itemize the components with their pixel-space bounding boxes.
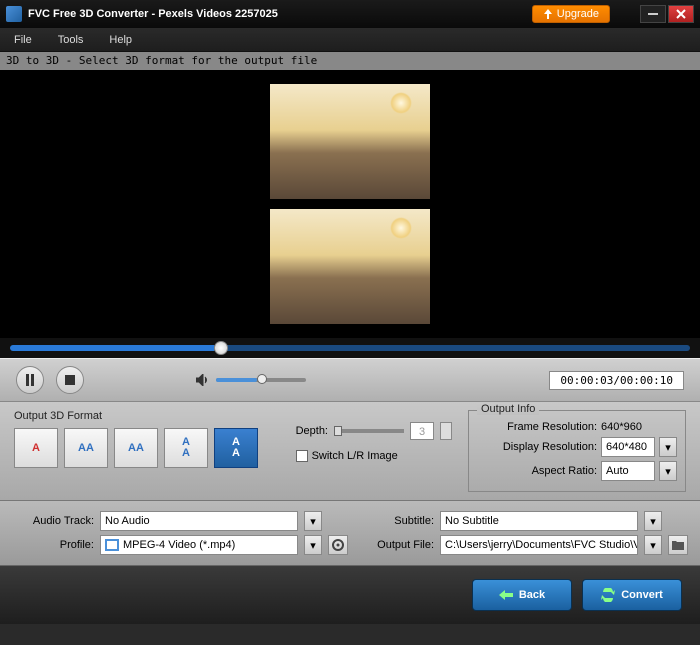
seek-bar[interactable]: [0, 338, 700, 358]
output-file-arrow[interactable]: ▾: [644, 535, 662, 555]
frame-res-label: Frame Resolution:: [477, 421, 597, 433]
profile-icon: [105, 539, 119, 551]
aspect-select[interactable]: Auto: [601, 461, 655, 481]
stop-button[interactable]: [56, 366, 84, 394]
preview-top: [270, 84, 430, 199]
upgrade-icon: [543, 9, 553, 19]
browse-button[interactable]: [668, 535, 688, 555]
convert-button[interactable]: Convert: [582, 579, 682, 611]
preview-bottom: [270, 209, 430, 324]
folder-icon: [672, 540, 684, 550]
profile-settings-button[interactable]: [328, 535, 348, 555]
disp-res-label: Display Resolution:: [477, 441, 597, 453]
output-file-label: Output File:: [354, 539, 434, 551]
aspect-label: Aspect Ratio:: [477, 465, 597, 477]
profile-arrow[interactable]: ▾: [304, 535, 322, 555]
upgrade-button[interactable]: Upgrade: [532, 5, 610, 23]
volume-slider[interactable]: [216, 378, 306, 382]
output-info-label: Output Info: [477, 403, 539, 415]
back-button[interactable]: Back: [472, 579, 572, 611]
format-button-1[interactable]: AA: [64, 428, 108, 468]
disp-res-select[interactable]: 640*480: [601, 437, 655, 457]
format-button-4[interactable]: AA: [214, 428, 258, 468]
back-arrow-icon: [499, 590, 513, 600]
upgrade-label: Upgrade: [557, 8, 599, 20]
audio-track-label: Audio Track:: [14, 515, 94, 527]
profile-label: Profile:: [14, 539, 94, 551]
convert-icon: [601, 588, 615, 602]
depth-value[interactable]: 3: [410, 422, 434, 440]
subtitle-label: Subtitle:: [354, 515, 434, 527]
format-button-2[interactable]: AA: [114, 428, 158, 468]
seek-thumb[interactable]: [214, 341, 228, 355]
menu-help[interactable]: Help: [109, 34, 132, 46]
profile-select[interactable]: MPEG-4 Video (*.mp4): [100, 535, 298, 555]
depth-label: Depth:: [296, 425, 328, 437]
switch-lr-checkbox[interactable]: Switch L/R Image: [296, 450, 452, 462]
time-display: 00:00:03/00:00:10: [549, 371, 684, 390]
menu-file[interactable]: File: [14, 34, 32, 46]
app-icon: [6, 6, 22, 22]
convert-label: Convert: [621, 589, 663, 601]
minimize-button[interactable]: [640, 5, 666, 23]
audio-track-arrow[interactable]: ▾: [304, 511, 322, 531]
video-preview: [0, 70, 700, 338]
back-label: Back: [519, 589, 545, 601]
subtitle-arrow[interactable]: ▾: [644, 511, 662, 531]
switch-lr-label: Switch L/R Image: [312, 450, 398, 462]
audio-track-select[interactable]: No Audio: [100, 511, 298, 531]
pause-button[interactable]: [16, 366, 44, 394]
output-file-field[interactable]: C:\Users\jerry\Documents\FVC Studio\V: [440, 535, 638, 555]
hint-bar: 3D to 3D - Select 3D format for the outp…: [0, 52, 700, 70]
aspect-arrow[interactable]: ▾: [659, 461, 677, 481]
format-button-3[interactable]: AA: [164, 428, 208, 468]
subtitle-select[interactable]: No Subtitle: [440, 511, 638, 531]
frame-res-value: 640*960: [601, 421, 677, 433]
volume-icon: [196, 374, 210, 386]
depth-slider[interactable]: [334, 429, 404, 433]
menu-tools[interactable]: Tools: [58, 34, 84, 46]
close-button[interactable]: [668, 5, 694, 23]
window-title: FVC Free 3D Converter - Pexels Videos 22…: [28, 8, 532, 20]
depth-spinner[interactable]: [440, 422, 452, 440]
output-3d-label: Output 3D Format: [14, 410, 280, 422]
disp-res-arrow[interactable]: ▾: [659, 437, 677, 457]
format-button-0[interactable]: A: [14, 428, 58, 468]
gear-icon: [332, 539, 344, 551]
